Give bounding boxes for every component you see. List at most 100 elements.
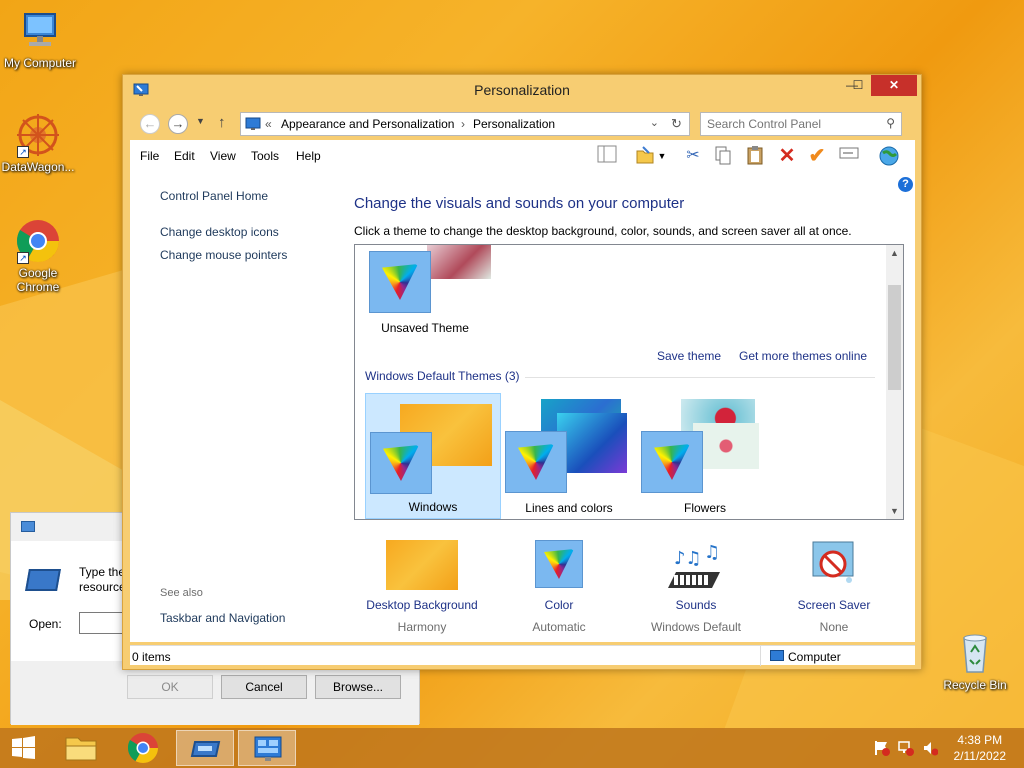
save-theme-link[interactable]: Save theme	[657, 349, 721, 363]
copy-icon[interactable]	[712, 145, 734, 167]
color-palette-icon	[505, 431, 567, 493]
cancel-button[interactable]: Cancel	[221, 675, 307, 699]
vertical-scrollbar[interactable]: ▲ ▼	[886, 245, 903, 519]
run-text-line: Type the	[79, 565, 126, 579]
scrollbar-thumb[interactable]	[888, 285, 901, 390]
taskbar: 4:38 PM 2/11/2022	[0, 728, 1024, 768]
color-link[interactable]: Color	[489, 598, 629, 612]
desktop-icon-datawagon[interactable]: ↗ DataWagon...	[0, 112, 78, 174]
ok-button[interactable]: OK	[127, 675, 213, 699]
properties-checkmark-icon[interactable]: ✔	[806, 145, 828, 167]
theme-windows[interactable]: Windows	[365, 393, 501, 519]
control-panel-icon	[245, 117, 261, 131]
desktop-background-link[interactable]: Desktop Background	[352, 598, 492, 612]
theme-list: Unsaved Theme Save theme Get more themes…	[354, 244, 904, 520]
see-also-heading: See also	[160, 587, 203, 599]
desktop-icon-my-computer[interactable]: My Computer	[0, 8, 80, 70]
recent-locations-dropdown-icon[interactable]: ▼	[196, 116, 205, 126]
back-button[interactable]: ←	[140, 114, 160, 134]
globe-icon[interactable]	[878, 145, 900, 167]
delete-icon[interactable]: ✕	[776, 145, 798, 167]
taskbar-control-panel[interactable]	[238, 730, 296, 766]
screen-saver-setting[interactable]: Screen Saver None	[764, 512, 904, 634]
status-divider	[760, 646, 761, 666]
window-title: Personalization	[474, 82, 570, 98]
taskbar-file-explorer[interactable]	[52, 730, 110, 766]
svg-text:♫: ♫	[704, 542, 720, 563]
action-center-flag-icon[interactable]	[874, 740, 890, 756]
section-heading: Windows Default Themes (3)	[365, 369, 520, 383]
personalization-window: Personalization — ☐ ✕ ← → ▼ ↑ « Appearan…	[122, 74, 922, 670]
taskbar-clock[interactable]: 4:38 PM 2/11/2022	[954, 732, 1007, 764]
search-icon[interactable]: ⚲	[886, 116, 895, 130]
breadcrumb-personalization[interactable]: Personalization	[473, 117, 555, 131]
screen-saver-link[interactable]: Screen Saver	[764, 598, 904, 612]
breadcrumb-appearance[interactable]: Appearance and Personalization	[281, 117, 454, 131]
menu-file[interactable]: File	[140, 149, 159, 163]
maximize-button[interactable]: ☐	[845, 75, 871, 96]
volume-muted-icon[interactable]	[922, 740, 939, 756]
desktop-background-setting[interactable]: Desktop Background Harmony	[352, 512, 492, 634]
screen-saver-value: None	[819, 620, 849, 634]
search-box: ⚲	[700, 112, 902, 136]
taskbar-run-dialog[interactable]	[176, 730, 234, 766]
search-input[interactable]	[707, 114, 877, 134]
windows-logo-icon	[12, 736, 35, 759]
change-mouse-pointers-link[interactable]: Change mouse pointers	[160, 248, 287, 262]
browse-button[interactable]: Browse...	[315, 675, 401, 699]
menu-help[interactable]: Help	[296, 149, 321, 163]
folder-options-icon[interactable]	[634, 145, 656, 167]
menu-view[interactable]: View	[210, 149, 236, 163]
layout-pane-icon[interactable]	[596, 145, 618, 167]
cut-icon[interactable]: ✂	[682, 145, 704, 167]
control-panel-home-link[interactable]: Control Panel Home	[160, 189, 268, 203]
content-area: ? Control Panel Home Change desktop icon…	[130, 172, 915, 642]
run-icon	[190, 741, 221, 757]
paste-icon[interactable]	[744, 145, 766, 167]
desktop-icon-recycle-bin[interactable]: Recycle Bin	[935, 630, 1015, 692]
svg-text:♪♫: ♪♫	[674, 548, 702, 569]
breadcrumb-separator[interactable]: ›	[461, 117, 465, 131]
taskbar-chrome[interactable]	[114, 730, 172, 766]
forward-button[interactable]: →	[168, 114, 188, 134]
sounds-setting[interactable]: ♪♫ ♫ Sounds Windows Default	[626, 512, 766, 634]
taskbar-and-navigation-link[interactable]: Taskbar and Navigation	[160, 611, 285, 625]
network-icon[interactable]	[898, 740, 914, 756]
menu-tools[interactable]: Tools	[251, 149, 279, 163]
change-desktop-icons-link[interactable]: Change desktop icons	[160, 225, 279, 239]
run-dialog-instructions: Type the resource	[79, 565, 126, 595]
start-button[interactable]	[0, 730, 48, 766]
desktop-icon-google-chrome[interactable]: ↗ Google Chrome	[0, 218, 78, 294]
computer-icon	[770, 650, 784, 661]
up-arrow-icon[interactable]: ↑	[218, 114, 226, 131]
color-setting[interactable]: Color Automatic	[489, 512, 629, 634]
menu-edit[interactable]: Edit	[174, 149, 195, 163]
close-button[interactable]: ✕	[871, 75, 917, 96]
help-icon[interactable]: ?	[898, 177, 913, 192]
theme-background-preview	[557, 413, 627, 473]
chevron-down-icon[interactable]: ▼	[656, 145, 668, 167]
item-count: 0 items	[132, 650, 171, 664]
sounds-link[interactable]: Sounds	[626, 598, 766, 612]
scroll-up-icon[interactable]: ▲	[890, 248, 899, 258]
theme-unsaved[interactable]: Unsaved Theme	[361, 245, 491, 357]
color-palette-icon	[369, 251, 431, 313]
color-value: Automatic	[532, 620, 586, 634]
folder-icon	[65, 737, 97, 761]
refresh-button[interactable]: ↻	[664, 112, 690, 136]
theme-background-preview	[427, 245, 491, 279]
theme-lines-and-colors[interactable]: Lines and colors	[501, 393, 637, 519]
address-bar[interactable]: « Appearance and Personalization › Perso…	[240, 112, 690, 136]
datawagon-logo-icon: ↗	[15, 112, 61, 158]
breadcrumb-overflow[interactable]: «	[265, 117, 272, 131]
run-open-label: Open:	[29, 617, 62, 631]
theme-flowers[interactable]: Flowers	[637, 393, 773, 519]
color-palette-icon	[641, 431, 703, 493]
run-text-line: resource	[79, 580, 126, 594]
window-titlebar[interactable]: Personalization — ☐ ✕	[123, 75, 921, 105]
desktop-icon-label: My Computer	[3, 56, 77, 70]
get-more-themes-link[interactable]: Get more themes online	[739, 349, 867, 363]
rename-icon[interactable]	[838, 145, 860, 167]
chevron-down-icon[interactable]: ⌄	[650, 116, 659, 129]
clock-time: 4:38 PM	[957, 733, 1003, 747]
